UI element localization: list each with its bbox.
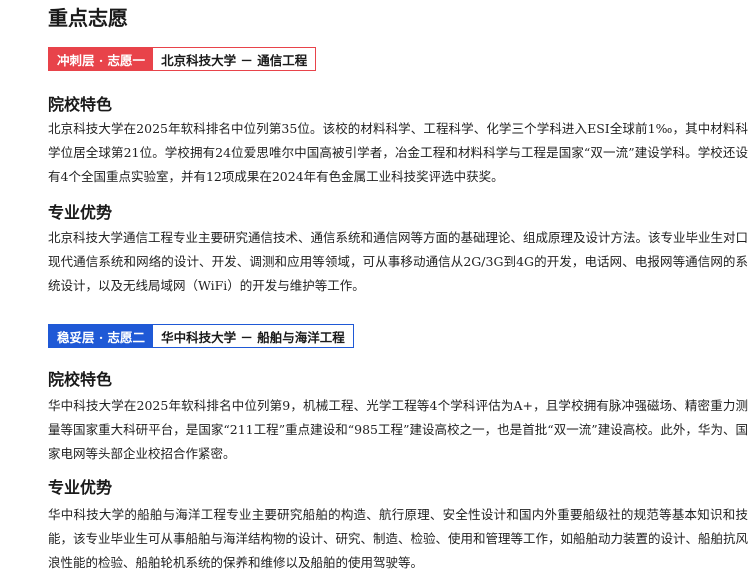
choice-1-school-heading: 院校特色 <box>48 95 113 114</box>
choice-1-school-text: 北京科技大学在2025年软科排名中位列第35位。该校的材料科学、工程科学、化学三… <box>48 121 748 184</box>
choice-2-tier-label: 稳妥层 · 志愿二 <box>49 325 154 347</box>
choice-2-school-heading: 院校特色 <box>48 370 113 389</box>
choice-1-tier-label: 冲刺层 · 志愿一 <box>49 48 154 70</box>
choice-2-tag: 稳妥层 · 志愿二 华中科技大学 － 船舶与海洋工程 <box>48 324 354 348</box>
page-title: 重点志愿 <box>48 6 128 30</box>
choice-1-target-label: 北京科技大学 － 通信工程 <box>153 48 316 70</box>
choice-2-major-heading: 专业优势 <box>48 478 113 497</box>
document-page: 重点志愿 冲刺层 · 志愿一 北京科技大学 － 通信工程 院校特色 北京科技大学… <box>0 0 750 570</box>
choice-2-major-text: 华中科技大学的船舶与海洋工程专业主要研究船舶的构造、航行原理、安全性设计和国内外… <box>48 507 749 570</box>
choice-2-school-text: 华中科技大学在2025年软科排名中位列第9，机械工程、光学工程等4个学科评估为A… <box>48 398 748 461</box>
choice-2-target-label: 华中科技大学 － 船舶与海洋工程 <box>153 325 353 347</box>
choice-1-tag: 冲刺层 · 志愿一 北京科技大学 － 通信工程 <box>48 47 317 71</box>
choice-1-major-text: 北京科技大学通信工程专业主要研究通信技术、通信系统和通信网等方面的基础理论、组成… <box>48 230 749 293</box>
choice-1-major-heading: 专业优势 <box>48 203 113 222</box>
